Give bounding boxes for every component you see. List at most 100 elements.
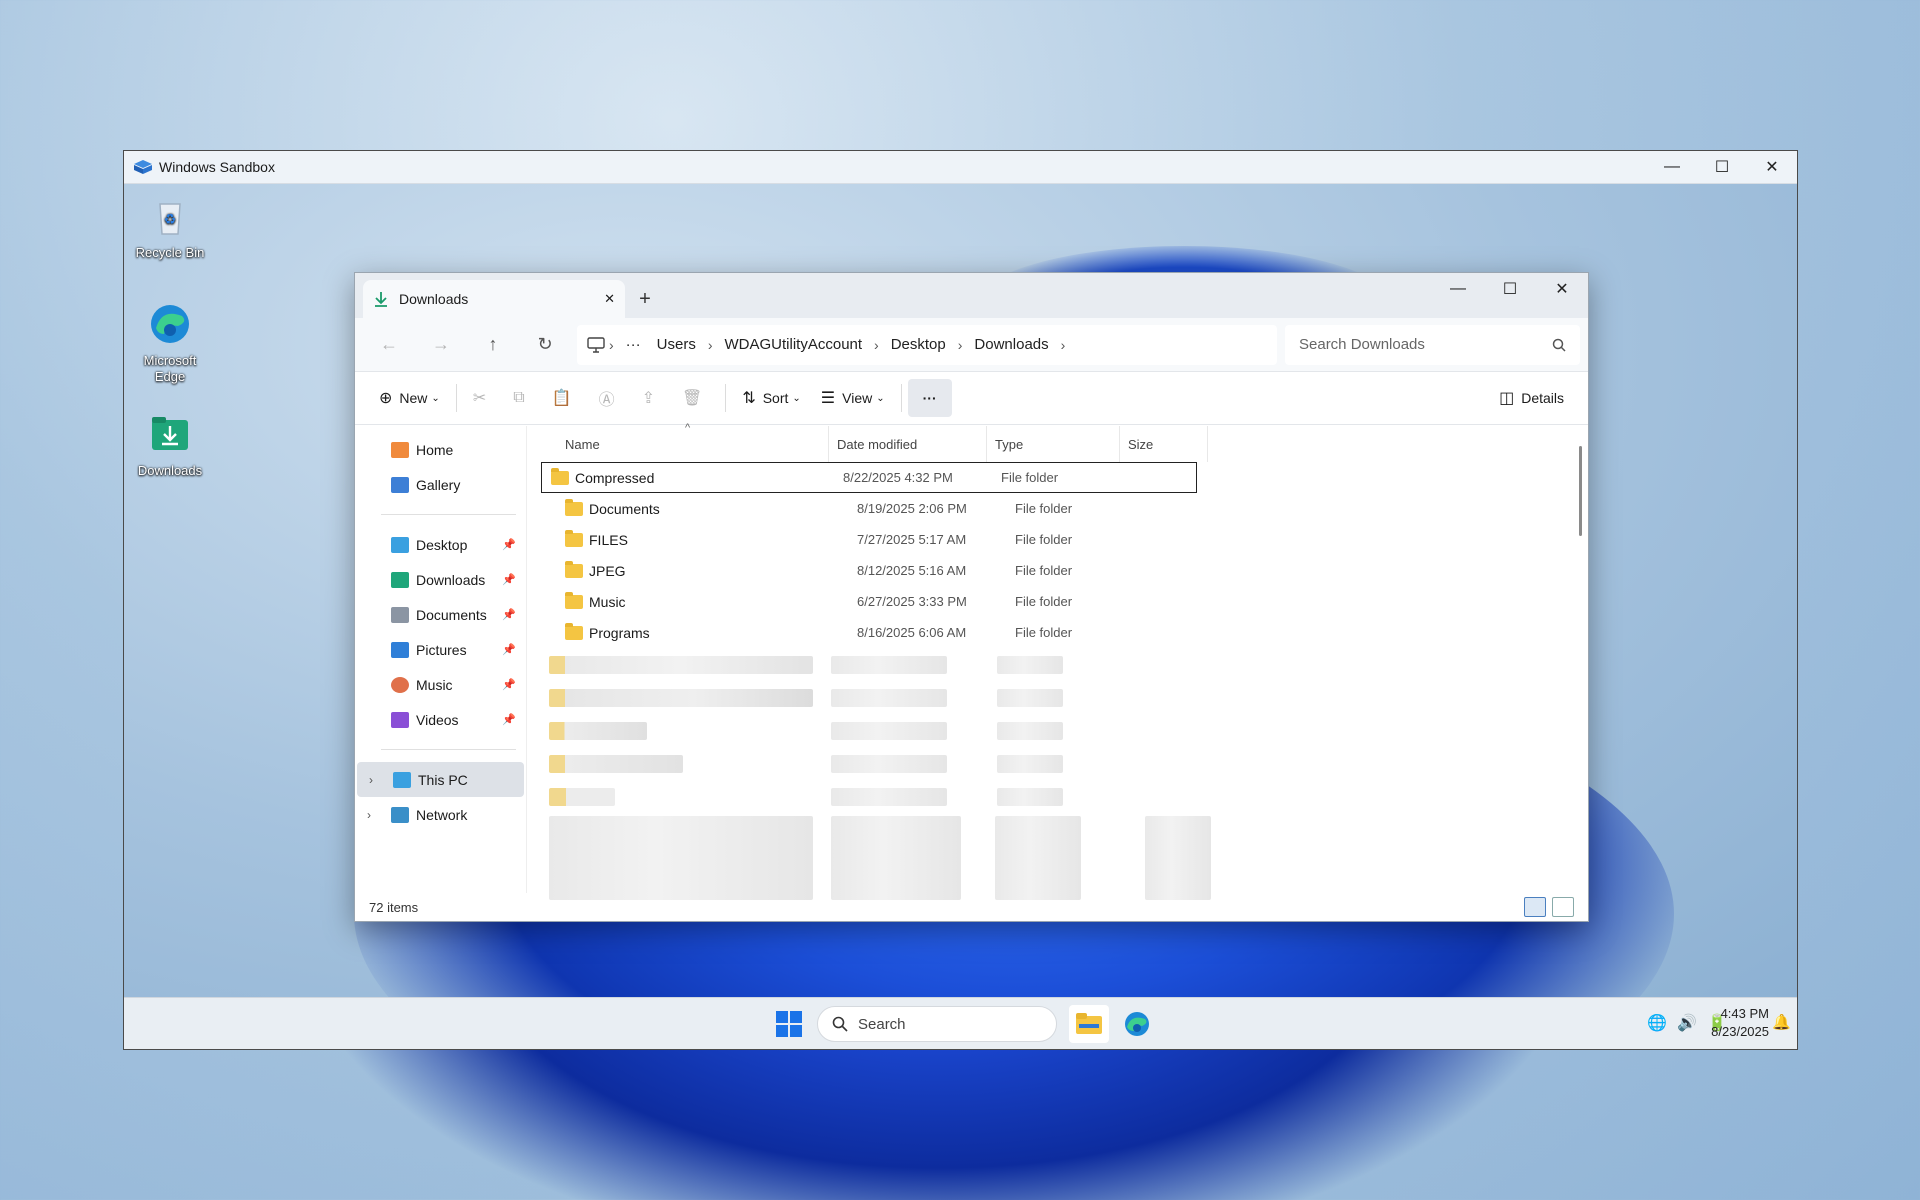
command-separator	[900, 384, 902, 412]
view-button[interactable]: ☰ View ⌄	[811, 379, 895, 417]
rename-button[interactable]: Ⓐ	[589, 379, 632, 417]
chevron-right-icon[interactable]: ›	[1061, 337, 1066, 353]
chevron-right-icon[interactable]: ›	[367, 808, 371, 822]
pin-icon: 📌	[502, 539, 516, 551]
file-type: File folder	[1001, 470, 1059, 485]
sidebar-item-network[interactable]: › Network	[355, 797, 526, 832]
sidebar-item-label: Desktop	[416, 536, 468, 553]
file-type: File folder	[1015, 594, 1073, 609]
folder-icon	[565, 529, 583, 547]
address-bar[interactable]: › ··· Users › WDAGUtilityAccount › Deskt…	[577, 324, 1277, 365]
explorer-maximize-button[interactable]: ☐	[1484, 273, 1536, 305]
new-label: New	[399, 390, 428, 406]
desktop-icon-downloads[interactable]: Downloads	[130, 412, 210, 479]
delete-button[interactable]: 🗑	[672, 379, 719, 417]
sidebar-item-label: Home	[416, 441, 454, 458]
clock-time: 4:43 PM	[1720, 1006, 1769, 1021]
taskbar-edge[interactable]	[1117, 1005, 1157, 1043]
sidebar-item-desktop[interactable]: Desktop 📌	[355, 527, 526, 562]
new-tab-button[interactable]: +	[625, 280, 665, 318]
sort-button[interactable]: ⇅ Sort ⌄	[732, 379, 810, 417]
blurred-file-row	[527, 780, 1588, 813]
file-row[interactable]: FILES 7/27/2025 5:17 AM File folder	[527, 524, 1588, 555]
notification-bell-icon[interactable]: 🔔	[1772, 1013, 1791, 1031]
copy-icon: ⧉	[513, 389, 525, 406]
back-button[interactable]: ←	[363, 325, 415, 365]
desktop-icon-recycle-bin[interactable]: ♻ Recycle Bin	[130, 194, 210, 261]
file-name: Programs	[589, 624, 650, 641]
sidebar-item-label: Videos	[416, 711, 459, 728]
details-pane-button[interactable]: ◫ Details	[1489, 379, 1574, 417]
search-input[interactable]: Search Downloads	[1285, 324, 1580, 365]
taskbar-clock[interactable]: 4:43 PM 8/23/2025	[1711, 1005, 1769, 1041]
start-button[interactable]	[776, 1011, 802, 1037]
paste-button[interactable]: 📋	[542, 379, 589, 417]
copy-button[interactable]: ⧉	[503, 379, 541, 417]
file-row[interactable]: JPEG 8/12/2025 5:16 AM File folder	[527, 555, 1588, 586]
pin-icon: 📌	[502, 574, 516, 586]
windows-logo-tile	[776, 1011, 788, 1023]
file-type: File folder	[1015, 563, 1073, 578]
sidebar-item-downloads[interactable]: Downloads 📌	[355, 562, 526, 597]
forward-button[interactable]: →	[415, 325, 467, 365]
column-type[interactable]: Type	[987, 426, 1120, 462]
taskbar-search[interactable]: Search	[817, 1006, 1057, 1042]
breadcrumb-users[interactable]: Users	[657, 336, 696, 353]
view-toggles	[1524, 897, 1574, 917]
column-date-modified[interactable]: Date modified	[829, 426, 987, 462]
breadcrumb-more[interactable]: ···	[626, 336, 641, 353]
sidebar-item-pictures[interactable]: Pictures 📌	[355, 632, 526, 667]
language-globe-icon[interactable]: 🌐	[1647, 1013, 1667, 1033]
share-button[interactable]: ⇪	[632, 379, 672, 417]
new-button[interactable]: ⊕ New ⌄	[369, 379, 450, 417]
blurred-file-row	[527, 714, 1588, 747]
sandbox-maximize-button[interactable]: ☐	[1697, 151, 1747, 184]
sidebar-item-documents[interactable]: Documents 📌	[355, 597, 526, 632]
refresh-button[interactable]: ↻	[519, 325, 571, 365]
sandbox-titlebar[interactable]: Windows Sandbox — ☐ ✕	[124, 151, 1797, 184]
sidebar-item-videos[interactable]: Videos 📌	[355, 702, 526, 737]
sidebar-item-label: Pictures	[416, 641, 467, 658]
tiles-view-icon[interactable]	[1552, 897, 1574, 917]
sandbox-minimize-button[interactable]: —	[1647, 151, 1697, 184]
taskbar-file-explorer[interactable]	[1069, 1005, 1109, 1043]
tab-close-icon[interactable]: ✕	[604, 291, 615, 307]
column-size[interactable]: Size	[1120, 426, 1208, 462]
pin-icon: 📌	[502, 679, 516, 691]
file-row[interactable]: Documents 8/19/2025 2:06 PM File folder	[527, 493, 1588, 524]
vertical-scrollbar[interactable]	[1579, 446, 1582, 536]
command-bar: ⊕ New ⌄ ✂ ⧉ 📋 Ⓐ ⇪ 🗑 ⇅ Sort ⌄ ☰ View ⌄ ··…	[355, 372, 1588, 425]
chevron-right-icon: ›	[957, 336, 963, 353]
column-name[interactable]: Name	[557, 426, 829, 462]
file-row[interactable]: Compressed 8/22/2025 4:32 PM File folder	[541, 462, 1197, 493]
explorer-close-button[interactable]: ✕	[1536, 273, 1588, 305]
svg-text:♻: ♻	[164, 211, 177, 227]
file-row[interactable]: Music 6/27/2025 3:33 PM File folder	[527, 586, 1588, 617]
tab-title: Downloads	[399, 291, 469, 307]
sidebar-item-label: Documents	[416, 606, 487, 623]
up-button[interactable]: ↑	[467, 325, 519, 365]
sidebar-item-label: Network	[416, 806, 468, 823]
explorer-minimize-button[interactable]: —	[1432, 273, 1484, 305]
pin-icon: 📌	[502, 609, 516, 621]
file-row[interactable]: Programs 8/16/2025 6:06 AM File folder	[527, 617, 1588, 648]
documents-icon	[391, 606, 409, 623]
sidebar-item-this-pc[interactable]: › This PC	[357, 762, 524, 797]
sandbox-close-button[interactable]: ✕	[1747, 151, 1797, 184]
sidebar-item-music[interactable]: Music 📌	[355, 667, 526, 702]
desktop-icon-edge[interactable]: Microsoft Edge	[130, 302, 210, 385]
tab-downloads[interactable]: Downloads ✕	[363, 280, 625, 318]
cut-button[interactable]: ✂	[463, 379, 503, 417]
breadcrumb-desktop[interactable]: Desktop	[891, 336, 946, 353]
recycle-bin-icon: ♻	[159, 203, 181, 235]
sidebar-item-gallery[interactable]: Gallery	[355, 467, 526, 502]
sidebar-item-home[interactable]: Home	[355, 432, 526, 467]
volume-icon[interactable]: 🔊	[1677, 1013, 1697, 1033]
breadcrumb-account[interactable]: WDAGUtilityAccount	[725, 336, 863, 353]
windows-logo-tile	[790, 1011, 802, 1023]
breadcrumb-downloads[interactable]: Downloads	[974, 336, 1048, 353]
details-view-icon[interactable]	[1524, 897, 1546, 917]
chevron-right-icon[interactable]: ›	[369, 773, 373, 787]
see-more-button[interactable]: ···	[907, 379, 952, 417]
folder-icon	[565, 560, 583, 578]
